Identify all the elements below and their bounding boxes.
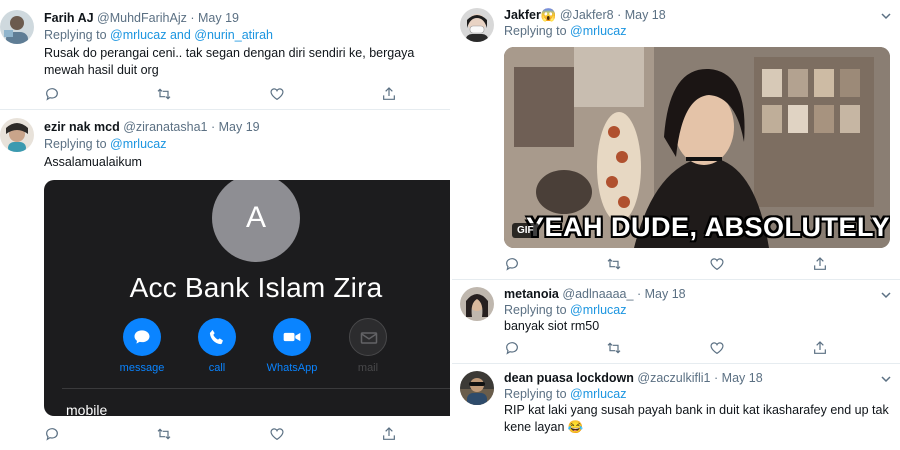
replying-to-label: Replying to <box>504 387 567 401</box>
tweet-date[interactable]: May 19 <box>198 11 239 25</box>
tweet-header: ezir nak mcd @ziranatasha1 · May 19 <box>44 120 260 134</box>
contact-action-label: message <box>119 362 165 374</box>
contact-action-label: mail <box>357 362 379 374</box>
attached-image-contact-card[interactable]: A Acc Bank Islam Zira message call Whats… <box>44 180 450 416</box>
display-name[interactable]: Farih AJ <box>44 11 94 25</box>
contact-action-label: WhatsApp <box>266 362 318 374</box>
reply-mentions[interactable]: @mrlucaz <box>570 24 626 38</box>
share-icon[interactable] <box>381 426 397 442</box>
gif-badge: GIF <box>512 223 539 238</box>
replying-to: Replying to @mrlucaz <box>504 303 626 317</box>
user-handle[interactable]: @adlnaaaa_ <box>562 287 633 301</box>
reply-mentions[interactable]: @mrlucaz and @nurin_atirah <box>110 28 273 42</box>
gif-caption: YEAH DUDE, ABSOLUTELY! <box>526 212 890 242</box>
like-icon[interactable] <box>709 340 725 356</box>
reply-mentions[interactable]: @mrlucaz <box>110 137 166 151</box>
like-icon[interactable] <box>709 256 725 272</box>
retweet-icon[interactable] <box>606 256 622 272</box>
tweet-divider <box>0 109 450 110</box>
replying-to: Replying to @mrlucaz and @nurin_atirah <box>44 28 273 42</box>
tweet-header: metanoia @adlnaaaa_ · May 18 <box>504 287 686 301</box>
tweet-actions <box>44 86 404 102</box>
display-name[interactable]: dean puasa lockdown <box>504 371 634 385</box>
chevron-down-icon[interactable] <box>880 10 892 22</box>
retweet-icon[interactable] <box>156 86 172 102</box>
contact-avatar: A <box>212 180 300 262</box>
share-icon[interactable] <box>381 86 397 102</box>
replying-to-label: Replying to <box>504 303 567 317</box>
replying-to: Replying to @mrlucaz <box>44 137 166 151</box>
left-tweet-column: Farih AJ @MuhdFarihAjz · May 19 Replying… <box>0 0 450 450</box>
display-name[interactable]: Jakfer😱 <box>504 8 556 22</box>
display-name[interactable]: metanoia <box>504 287 559 301</box>
tweet-date[interactable]: May 19 <box>219 120 260 134</box>
tweet-divider <box>452 363 900 364</box>
contact-action-whatsapp: WhatsApp <box>260 318 324 374</box>
contact-action-mail: mail <box>336 318 400 374</box>
video-camera-icon <box>273 318 311 356</box>
share-icon[interactable] <box>812 340 828 356</box>
replying-to: Replying to @mrlucaz <box>504 24 626 38</box>
reply-icon[interactable] <box>44 86 60 102</box>
chevron-down-icon[interactable] <box>880 373 892 385</box>
mail-icon <box>349 318 387 356</box>
contact-action-call: call <box>185 318 249 374</box>
mobile-label: mobile <box>66 402 108 416</box>
tweet-text: Assalamualaikum <box>44 155 142 169</box>
message-bubble-icon <box>123 318 161 356</box>
attached-gif[interactable]: YEAH DUDE, ABSOLUTELY! GIF <box>504 47 890 248</box>
reply-icon[interactable] <box>504 256 520 272</box>
replying-to: Replying to @mrlucaz <box>504 387 626 401</box>
reply-icon[interactable] <box>504 340 520 356</box>
user-handle[interactable]: @zaczulkifli1 <box>637 371 710 385</box>
tweet-text: banyak siot rm50 <box>504 319 600 333</box>
tweet-header: dean puasa lockdown @zaczulkifli1 · May … <box>504 371 763 385</box>
avatar[interactable] <box>460 371 494 405</box>
user-handle[interactable]: @Jakfer8 <box>560 8 614 22</box>
tweet-date[interactable]: May 18 <box>722 371 763 385</box>
replying-to-label: Replying to <box>44 137 107 151</box>
avatar[interactable] <box>460 8 494 42</box>
user-handle[interactable]: @ziranatasha1 <box>123 120 207 134</box>
reply-mentions[interactable]: @mrlucaz <box>570 387 626 401</box>
tweet-actions <box>44 426 404 442</box>
tweet-actions <box>504 340 834 356</box>
tweet-date[interactable]: May 18 <box>625 8 666 22</box>
like-icon[interactable] <box>269 86 285 102</box>
avatar[interactable] <box>0 10 34 44</box>
chevron-down-icon[interactable] <box>880 289 892 301</box>
separator-dot: · <box>714 371 719 385</box>
contact-action-message: message <box>110 318 174 374</box>
replying-to-label: Replying to <box>504 24 567 38</box>
user-handle[interactable]: @MuhdFarihAjz <box>97 11 187 25</box>
tweet-header: Farih AJ @MuhdFarihAjz · May 19 <box>44 11 239 25</box>
retweet-icon[interactable] <box>606 340 622 356</box>
display-name[interactable]: ezir nak mcd <box>44 120 120 134</box>
reply-mentions[interactable]: @mrlucaz <box>570 303 626 317</box>
like-icon[interactable] <box>269 426 285 442</box>
retweet-icon[interactable] <box>156 426 172 442</box>
phone-icon <box>198 318 236 356</box>
tweet-header: Jakfer😱 @Jakfer8 · May 18 <box>504 8 666 23</box>
avatar[interactable] <box>460 287 494 321</box>
separator-dot: · <box>190 11 195 25</box>
replying-to-label: Replying to <box>44 28 107 42</box>
separator-dot: · <box>617 8 622 22</box>
contact-name: Acc Bank Islam Zira <box>129 272 383 303</box>
tweet-date[interactable]: May 18 <box>645 287 686 301</box>
reply-icon[interactable] <box>44 426 60 442</box>
tweet-text: Rusak do perangai ceni.. tak segan denga… <box>44 46 415 77</box>
tweet-divider <box>452 279 900 280</box>
contact-action-label: call <box>208 362 226 374</box>
tweet-text: RIP kat laki yang susah payah bank in du… <box>504 403 889 434</box>
separator-dot: · <box>210 120 216 134</box>
avatar[interactable] <box>0 118 34 152</box>
separator-dot: · <box>636 287 642 301</box>
tweet-actions <box>504 256 834 272</box>
phone-divider <box>62 388 450 389</box>
share-icon[interactable] <box>812 256 828 272</box>
